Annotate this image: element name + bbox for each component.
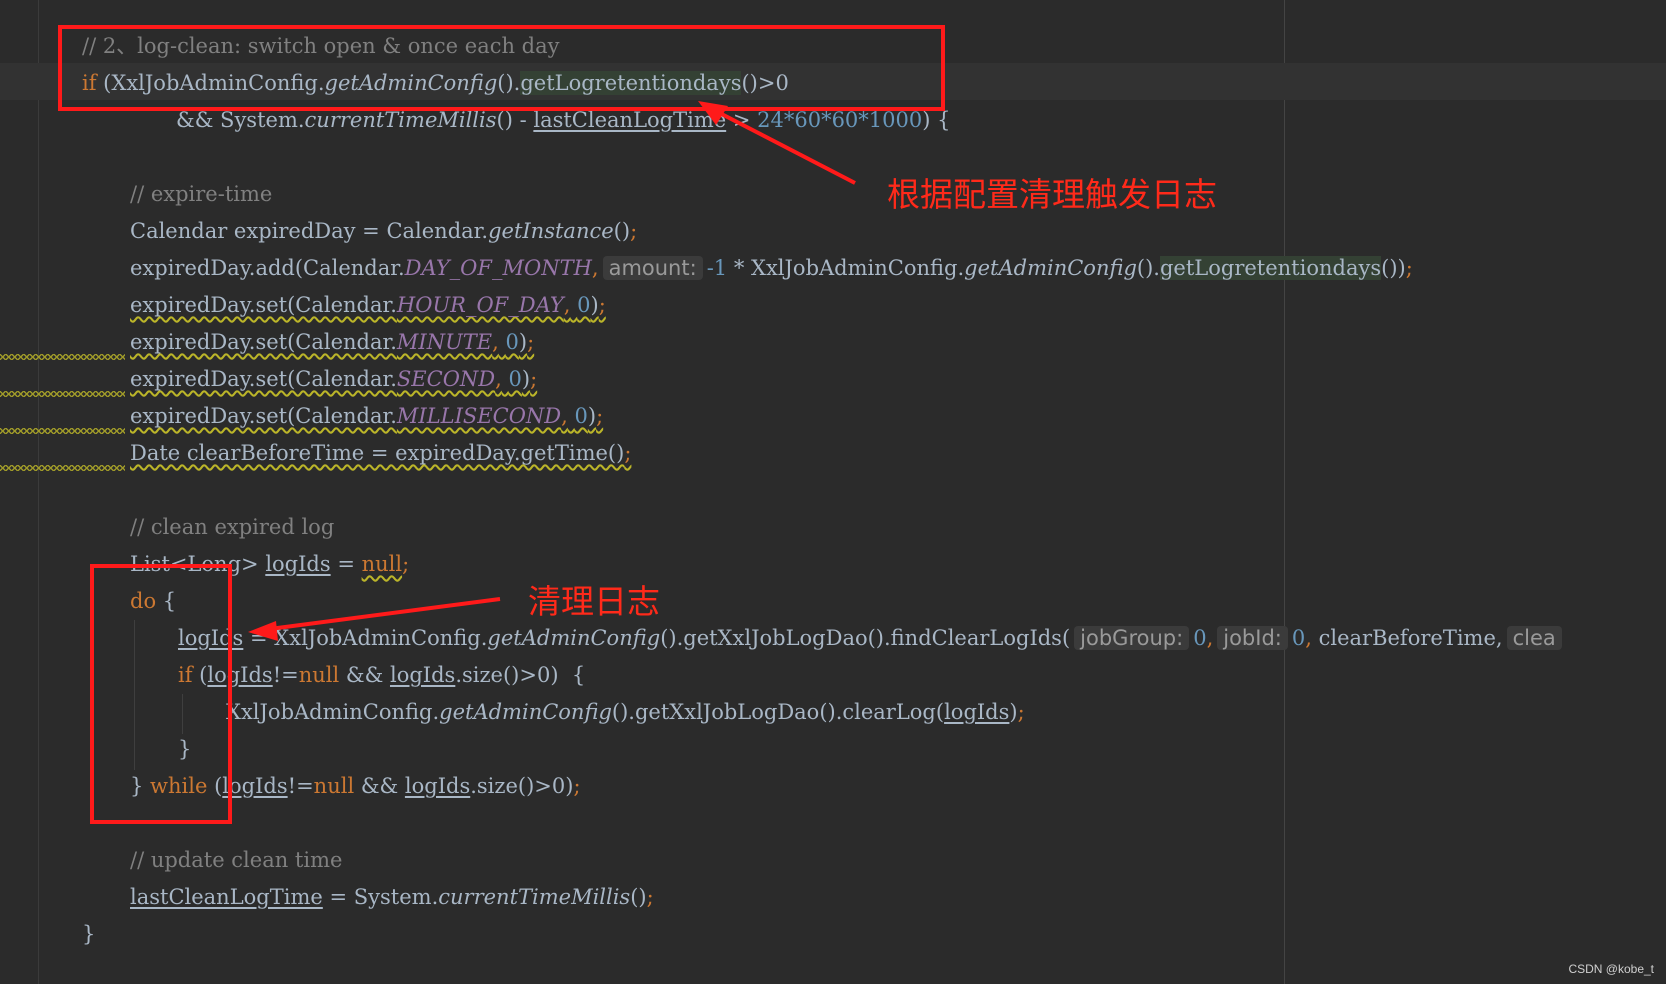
annotation-label-mid: 清理日志 [528,582,660,621]
arrow-head-top [698,101,728,125]
watermark: CSDN @kobe_t [1568,962,1654,976]
annotation-arrows [248,101,856,641]
arrow-head-mid [248,621,278,641]
arrow-line-top [709,106,856,185]
annotation-label-top: 根据配置清理触发日志 [887,175,1217,214]
arrow-line-mid [261,597,501,632]
